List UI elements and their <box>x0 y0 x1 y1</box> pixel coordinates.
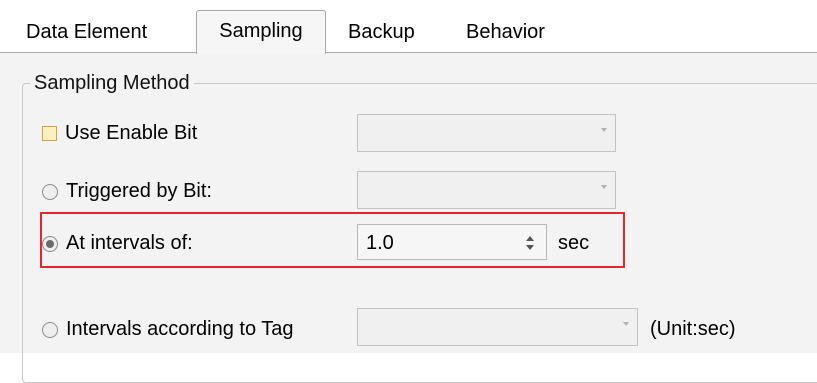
sampling-method-title: Sampling Method <box>30 69 194 97</box>
interval-tag-unit: (Unit:sec) <box>650 318 736 340</box>
tab-backup[interactable]: Backup <box>348 14 415 52</box>
trigger-bit-combo[interactable] <box>357 171 616 209</box>
chevron-down-icon <box>601 185 607 189</box>
intervals-by-tag-row: Intervals according to Tag <box>42 315 294 343</box>
use-enable-bit-label[interactable]: Use Enable Bit <box>65 122 197 144</box>
spin-down-icon[interactable] <box>526 245 534 250</box>
interval-value[interactable]: 1.0 <box>366 229 394 257</box>
at-intervals-row: At intervals of: <box>42 229 193 257</box>
interval-tag-combo[interactable] <box>357 308 638 346</box>
tab-sampling[interactable]: Sampling <box>196 10 326 54</box>
at-intervals-radio[interactable] <box>42 235 58 252</box>
sampling-panel: Sampling Method Use Enable Bit Triggered… <box>0 52 817 383</box>
intervals-by-tag-label[interactable]: Intervals according to Tag <box>66 318 294 340</box>
at-intervals-label[interactable]: At intervals of: <box>66 232 193 254</box>
use-enable-bit-checkbox[interactable] <box>42 126 57 142</box>
enable-bit-combo[interactable] <box>357 114 616 152</box>
triggered-by-bit-label[interactable]: Triggered by Bit: <box>66 180 212 202</box>
tab-behavior[interactable]: Behavior <box>466 14 545 52</box>
spin-up-icon[interactable] <box>526 236 534 241</box>
tab-strip: Data Element Sampling Backup Behavior <box>0 0 817 54</box>
use-enable-bit-row: Use Enable Bit <box>42 119 197 147</box>
tab-data-element[interactable]: Data Element <box>26 14 147 52</box>
triggered-by-bit-radio[interactable] <box>42 183 58 200</box>
chevron-down-icon <box>623 322 629 326</box>
interval-unit: sec <box>558 232 590 254</box>
interval-spinner[interactable]: 1.0 <box>357 224 547 260</box>
intervals-by-tag-radio[interactable] <box>42 321 58 338</box>
triggered-by-bit-row: Triggered by Bit: <box>42 177 212 205</box>
chevron-down-icon <box>601 128 607 132</box>
